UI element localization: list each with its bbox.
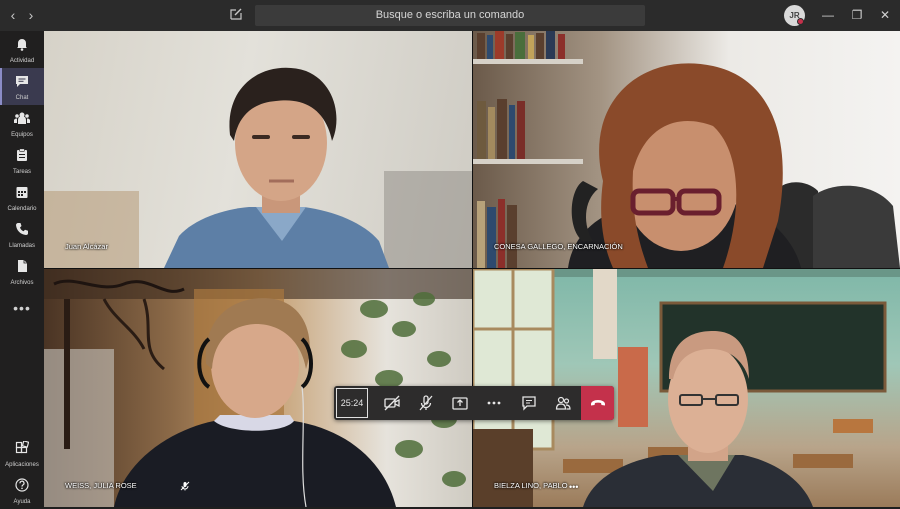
rail-item-label: Actividad bbox=[9, 58, 35, 64]
more-apps-button[interactable]: ••• bbox=[0, 290, 44, 327]
show-conversation-button[interactable] bbox=[512, 386, 546, 420]
mic-toggle-button[interactable] bbox=[409, 386, 443, 420]
rail-item-label: Llamadas bbox=[8, 243, 35, 249]
rail-item-chat[interactable]: Chat bbox=[0, 68, 44, 105]
more-icon: ••• bbox=[13, 300, 31, 316]
mic-off-icon bbox=[419, 395, 433, 411]
rail-item-ayuda[interactable]: Ayuda bbox=[0, 472, 44, 509]
rail-item-archivos[interactable]: Archivos bbox=[0, 253, 44, 290]
mic-muted-icon bbox=[180, 481, 190, 491]
rail-item-equipos[interactable]: Equipos bbox=[0, 105, 44, 142]
minimize-icon[interactable]: — bbox=[820, 7, 836, 23]
files-icon bbox=[18, 260, 27, 272]
rail-item-tareas[interactable]: Tareas bbox=[0, 142, 44, 179]
rail-item-actividad[interactable]: Actividad bbox=[0, 31, 44, 68]
rail-item-calendario[interactable]: Calendario bbox=[0, 179, 44, 216]
search-input[interactable]: Busque o escriba un comando bbox=[255, 5, 645, 26]
camera-toggle-button[interactable] bbox=[375, 386, 409, 420]
help-icon bbox=[15, 478, 29, 492]
rail-item-label: Chat bbox=[15, 95, 29, 101]
participant-name: BIELZA LINO, PABLO bbox=[494, 481, 568, 490]
hang-up-button[interactable] bbox=[581, 386, 614, 420]
participants-icon bbox=[555, 396, 571, 410]
video-tile[interactable]: CONESA GALLEGO, ENCARNACIÓN bbox=[473, 31, 900, 268]
phone-icon bbox=[16, 223, 28, 235]
rail-item-llamadas[interactable]: Llamadas bbox=[0, 216, 44, 253]
restore-icon[interactable]: ❐ bbox=[849, 7, 865, 23]
app-rail: Actividad Chat Equipos Tareas Calendario… bbox=[0, 31, 44, 507]
participant-video bbox=[473, 31, 900, 268]
rail-item-label: Aplicaciones bbox=[5, 462, 39, 468]
chat-icon bbox=[16, 76, 28, 87]
video-stage: Juan Alcázar CONESA GALLEGO, ENCARNACIÓN bbox=[44, 31, 900, 507]
tasks-icon bbox=[17, 148, 27, 161]
rail-item-label: Equipos bbox=[11, 132, 33, 138]
more-actions-button[interactable] bbox=[477, 386, 511, 420]
new-chat-icon[interactable] bbox=[229, 7, 245, 23]
hang-up-icon bbox=[590, 400, 605, 406]
video-tile[interactable]: Juan Alcázar bbox=[44, 31, 472, 268]
forward-icon[interactable]: › bbox=[23, 7, 39, 23]
calendar-icon bbox=[16, 187, 28, 198]
call-timer: 25:24 bbox=[336, 388, 368, 418]
participant-name: WEISS, JULIA ROSE bbox=[65, 481, 137, 490]
rail-item-label: Archivos bbox=[10, 280, 34, 286]
participant-video bbox=[44, 67, 472, 268]
rail-item-aplicaciones[interactable]: Aplicaciones bbox=[0, 435, 44, 472]
chat-icon bbox=[522, 396, 536, 411]
show-participants-button[interactable] bbox=[546, 386, 580, 420]
camera-off-icon bbox=[384, 395, 400, 411]
teams-icon bbox=[14, 112, 30, 124]
presence-status-icon bbox=[797, 18, 804, 25]
title-bar: ‹ › Busque o escriba un comando JR — ❐ ✕ bbox=[0, 0, 900, 31]
participant-more-button[interactable]: ••• bbox=[569, 482, 578, 492]
close-icon[interactable]: ✕ bbox=[877, 7, 893, 23]
share-icon bbox=[452, 397, 468, 410]
more-icon bbox=[487, 401, 501, 405]
rail-item-label: Calendario bbox=[7, 206, 37, 212]
bell-icon bbox=[17, 39, 27, 51]
participant-name: Juan Alcázar bbox=[65, 242, 108, 251]
rail-item-label: Tareas bbox=[12, 169, 31, 175]
apps-icon bbox=[15, 440, 30, 454]
rail-item-label: Ayuda bbox=[13, 499, 31, 505]
call-controls: 25:24 bbox=[334, 386, 614, 420]
back-icon[interactable]: ‹ bbox=[5, 7, 21, 23]
participant-name: CONESA GALLEGO, ENCARNACIÓN bbox=[494, 242, 623, 251]
share-screen-button[interactable] bbox=[443, 386, 477, 420]
